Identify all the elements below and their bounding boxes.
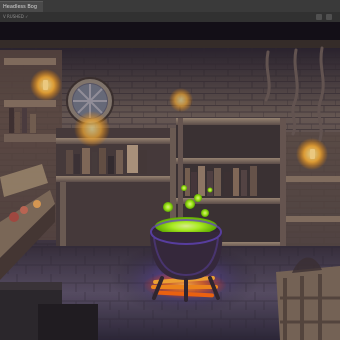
viewport-tool-icon[interactable] bbox=[316, 14, 322, 20]
scene-vignette bbox=[0, 22, 340, 340]
render-settings-icon[interactable] bbox=[326, 14, 332, 20]
rendered-scene bbox=[0, 22, 340, 340]
application-window: Headless Bog V RUSHED ✓ bbox=[0, 0, 340, 340]
document-tab-label: Headless Bog bbox=[3, 4, 38, 10]
3d-viewport[interactable] bbox=[0, 22, 340, 340]
viewport-info-text: V RUSHED ✓ bbox=[3, 14, 29, 19]
document-tab[interactable]: Headless Bog bbox=[0, 1, 44, 12]
